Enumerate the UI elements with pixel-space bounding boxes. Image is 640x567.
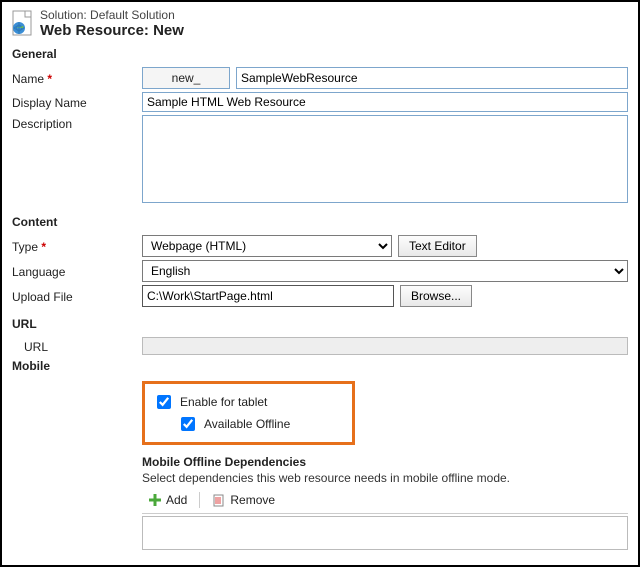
label-name: Name bbox=[12, 70, 142, 86]
add-button[interactable]: Add bbox=[142, 491, 193, 509]
label-description: Description bbox=[12, 115, 142, 131]
label-language: Language bbox=[12, 263, 142, 279]
deps-desc: Select dependencies this web resource ne… bbox=[142, 471, 628, 485]
form-header: Solution: Default Solution Web Resource:… bbox=[12, 8, 628, 39]
section-mobile: Mobile bbox=[12, 359, 628, 373]
label-url: URL bbox=[12, 338, 142, 354]
file-path-input[interactable] bbox=[142, 285, 394, 307]
remove-icon bbox=[212, 493, 226, 507]
plus-icon bbox=[148, 493, 162, 507]
name-prefix: new_ bbox=[142, 67, 230, 89]
enable-tablet-label: Enable for tablet bbox=[180, 395, 267, 409]
remove-label: Remove bbox=[230, 493, 275, 507]
description-input[interactable] bbox=[142, 115, 628, 203]
text-editor-button[interactable]: Text Editor bbox=[398, 235, 477, 257]
section-general: General bbox=[12, 47, 628, 61]
solution-label: Solution: bbox=[40, 8, 87, 22]
section-url: URL bbox=[12, 317, 628, 331]
page-title: Web Resource: New bbox=[40, 22, 184, 39]
browse-button[interactable]: Browse... bbox=[400, 285, 472, 307]
deps-toolbar: Add Remove bbox=[142, 489, 628, 514]
mobile-highlight: Enable for tablet Available Offline bbox=[142, 381, 355, 445]
solution-line: Solution: Default Solution bbox=[40, 8, 184, 22]
remove-button[interactable]: Remove bbox=[206, 491, 281, 509]
solution-name: Default Solution bbox=[90, 8, 175, 22]
display-name-input[interactable] bbox=[142, 92, 628, 112]
language-select[interactable]: English bbox=[142, 260, 628, 282]
section-content: Content bbox=[12, 215, 628, 229]
label-display-name: Display Name bbox=[12, 94, 142, 110]
document-globe-icon bbox=[12, 10, 34, 36]
enable-tablet-checkbox[interactable] bbox=[157, 395, 171, 409]
toolbar-divider bbox=[199, 492, 200, 508]
type-select[interactable]: Webpage (HTML) bbox=[142, 235, 392, 257]
web-resource-form: Solution: Default Solution Web Resource:… bbox=[0, 0, 640, 567]
available-offline-checkbox[interactable] bbox=[181, 417, 195, 431]
label-upload-file: Upload File bbox=[12, 288, 142, 304]
add-label: Add bbox=[166, 493, 187, 507]
deps-list[interactable] bbox=[142, 516, 628, 550]
label-type: Type bbox=[12, 238, 142, 254]
url-readonly bbox=[142, 337, 628, 355]
deps-title: Mobile Offline Dependencies bbox=[142, 455, 628, 469]
available-offline-label: Available Offline bbox=[204, 417, 290, 431]
name-input[interactable] bbox=[236, 67, 628, 89]
